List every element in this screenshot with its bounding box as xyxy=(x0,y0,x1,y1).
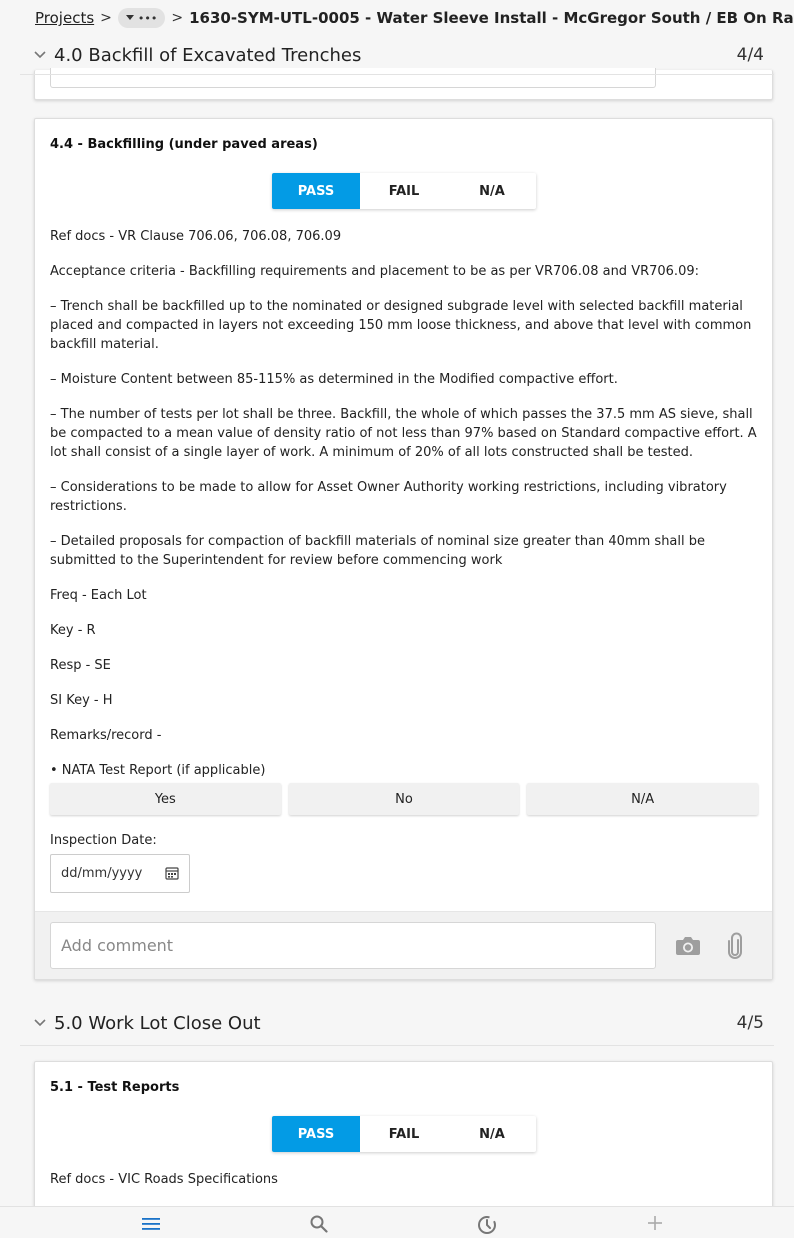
ref-docs-text: Ref docs - VR Clause 706.06, 706.08, 706… xyxy=(50,229,342,244)
fail-button[interactable]: FAIL xyxy=(360,1116,448,1152)
section-progress-count: 4/5 xyxy=(736,1013,764,1033)
nata-report-text: • NATA Test Report (if applicable) xyxy=(50,763,266,778)
chevron-down-icon[interactable] xyxy=(30,1016,50,1030)
inspection-date-input[interactable]: dd/mm/yyyy xyxy=(50,854,190,893)
result-selector: PASS FAIL N/A xyxy=(272,1116,536,1152)
pass-button[interactable]: PASS xyxy=(272,173,360,209)
comment-field-partial[interactable] xyxy=(50,68,656,88)
section-title: 4.0 Backfill of Excavated Trenches xyxy=(54,44,362,66)
search-icon[interactable] xyxy=(310,1215,328,1233)
criteria-paragraph: – The number of tests per lot shall be t… xyxy=(50,407,757,460)
checklist-item-card-4-4: 4.4 - Backfilling (under paved areas) PA… xyxy=(34,118,773,980)
pass-button[interactable]: PASS xyxy=(272,1116,360,1152)
item-description: Ref docs - VR Clause 706.06, 706.08, 706… xyxy=(50,227,762,780)
section-title: 5.0 Work Lot Close Out xyxy=(54,1012,261,1034)
criteria-paragraph: – Considerations to be made to allow for… xyxy=(50,480,727,514)
section-progress-count: 4/4 xyxy=(736,45,764,65)
criteria-paragraph: – Detailed proposals for compaction of b… xyxy=(50,534,706,568)
breadcrumb: Projects > ••• > 1630-SYM-UTL-0005 - Wat… xyxy=(0,0,794,36)
na-choice-button[interactable]: N/A xyxy=(527,783,759,815)
breadcrumb-current-title: 1630-SYM-UTL-0005 - Water Sleeve Install… xyxy=(189,9,794,27)
acceptance-criteria-text: Acceptance criteria - Backfilling requir… xyxy=(50,264,699,279)
item-title: 4.4 - Backfilling (under paved areas) xyxy=(50,137,318,152)
caret-down-icon xyxy=(125,15,134,20)
criteria-paragraph: – Trench shall be backfilled up to the n… xyxy=(50,299,752,352)
bottom-navigation xyxy=(0,1206,794,1238)
fail-button[interactable]: FAIL xyxy=(360,173,448,209)
section-header-5[interactable]: 5.0 Work Lot Close Out 4/5 xyxy=(20,1004,774,1042)
chevron-right-icon: > xyxy=(171,10,184,26)
freq-text: Freq - Each Lot xyxy=(50,588,147,603)
choice-buttons: Yes No N/A xyxy=(50,783,759,815)
no-button[interactable]: No xyxy=(288,783,520,815)
na-button[interactable]: N/A xyxy=(448,173,536,209)
breadcrumb-overflow-menu[interactable]: ••• xyxy=(117,8,166,28)
ellipsis-label: ••• xyxy=(137,11,158,25)
chevron-right-icon: > xyxy=(100,10,112,26)
comment-bar: Add comment xyxy=(35,911,772,979)
checklist-item-card-5-1: 5.1 - Test Reports PASS FAIL N/A Ref doc… xyxy=(34,1061,773,1221)
na-button[interactable]: N/A xyxy=(448,1116,536,1152)
yes-button[interactable]: Yes xyxy=(50,783,281,815)
ref-docs-text: Ref docs - VIC Roads Specifications xyxy=(50,1172,278,1187)
remarks-text: Remarks/record - xyxy=(50,728,162,743)
inspection-date-label: Inspection Date: xyxy=(50,833,157,848)
paperclip-icon[interactable] xyxy=(727,932,743,960)
key-text: Key - R xyxy=(50,623,96,638)
item-title: 5.1 - Test Reports xyxy=(50,1080,180,1095)
menu-icon[interactable] xyxy=(142,1215,160,1231)
date-placeholder: dd/mm/yyyy xyxy=(61,866,143,881)
resp-text: Resp - SE xyxy=(50,658,111,673)
calendar-icon[interactable] xyxy=(165,866,179,880)
breadcrumb-projects-link[interactable]: Projects xyxy=(35,9,94,27)
plus-icon[interactable] xyxy=(647,1215,663,1231)
add-comment-input[interactable]: Add comment xyxy=(50,922,656,969)
si-key-text: SI Key - H xyxy=(50,693,113,708)
criteria-paragraph: – Moisture Content between 85-115% as de… xyxy=(50,372,618,387)
history-icon[interactable] xyxy=(477,1215,497,1235)
chevron-down-icon[interactable] xyxy=(30,48,50,62)
camera-icon[interactable] xyxy=(675,934,701,956)
result-selector: PASS FAIL N/A xyxy=(272,173,536,209)
